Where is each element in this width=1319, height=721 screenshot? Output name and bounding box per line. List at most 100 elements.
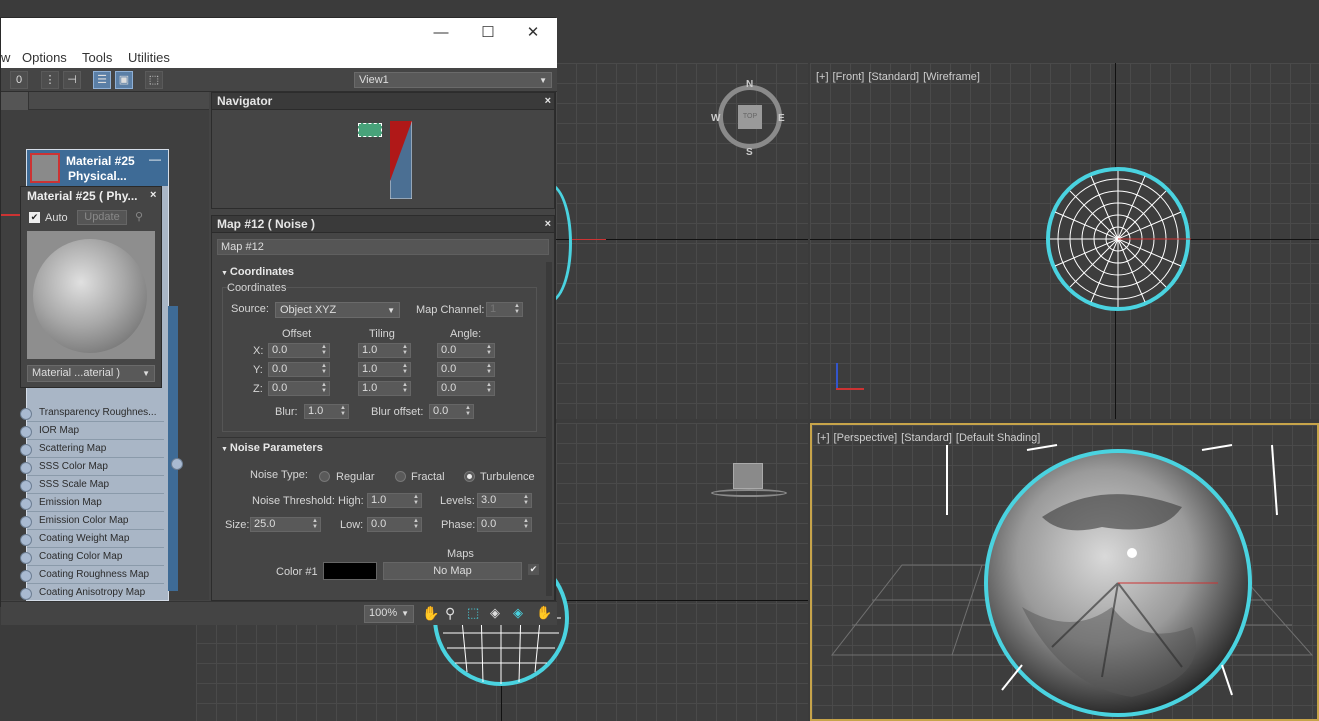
- phase-spinner[interactable]: 0.0 ▲ ▼: [477, 517, 532, 532]
- offset-x-spinner[interactable]: 0.0 ▲ ▼: [268, 343, 330, 358]
- perspective-viewport[interactable]: [+] [Perspective] [Standard] [Default Shadi…: [810, 423, 1319, 721]
- slot-socket-icon[interactable]: [20, 588, 32, 600]
- close-button[interactable]: ✕: [521, 22, 545, 44]
- slate-material-editor-window[interactable]: — ☐ ✕ w Options Tools Utilities 0 ⋮ ⊣ ☰ …: [0, 17, 557, 625]
- angle-x-spinner[interactable]: 0.0 ▲ ▼: [437, 343, 495, 358]
- slot-socket-icon[interactable]: [20, 480, 32, 492]
- color1-map-button[interactable]: No Map: [383, 562, 522, 580]
- vp-menu-plus[interactable]: [+]: [817, 432, 830, 444]
- spinner-arrows-icon[interactable]: ▲ ▼: [523, 518, 529, 530]
- spinner-arrows-icon[interactable]: ▲ ▼: [514, 303, 520, 315]
- preview-close-button[interactable]: ×: [150, 189, 156, 201]
- update-button[interactable]: Update: [77, 210, 127, 225]
- top-viewport[interactable]: TOP N S W E: [556, 63, 808, 419]
- size-spinner[interactable]: 25.0 ▲ ▼: [250, 517, 321, 532]
- vp-menu-shading[interactable]: [Wireframe]: [923, 71, 980, 83]
- tiling-y-spinner[interactable]: 1.0 ▲ ▼: [358, 362, 411, 377]
- vp-menu-plus[interactable]: [+]: [816, 71, 829, 83]
- list-item[interactable]: SSS Scale Map: [20, 477, 164, 494]
- high-spinner[interactable]: 1.0 ▲ ▼: [367, 493, 422, 508]
- list-item[interactable]: Scattering Map: [20, 441, 164, 458]
- slot-socket-icon[interactable]: [20, 498, 32, 510]
- vp-menu-standard[interactable]: [Standard]: [868, 71, 919, 83]
- levels-spinner[interactable]: 3.0 ▲ ▼: [477, 493, 532, 508]
- spinner-arrows-icon[interactable]: ▲ ▼: [402, 382, 408, 394]
- maximize-button[interactable]: ☐: [476, 22, 500, 44]
- spinner-arrows-icon[interactable]: ▲ ▼: [321, 363, 327, 375]
- source-dropdown[interactable]: Object XYZ ▼: [275, 302, 400, 318]
- navigator-panel[interactable]: Navigator ×: [211, 92, 555, 209]
- layout-children-icon[interactable]: ⋮: [41, 71, 59, 89]
- viewcube-top-face[interactable]: TOP: [738, 105, 762, 129]
- list-item[interactable]: SSS Color Map: [20, 459, 164, 476]
- view-dropdown[interactable]: View1 ▼: [354, 72, 552, 88]
- map-name-field[interactable]: Map #12: [217, 239, 549, 255]
- slot-socket-icon[interactable]: [20, 534, 32, 546]
- map-channel-spinner[interactable]: 1 ▲ ▼: [486, 302, 523, 317]
- noise-rollout-header[interactable]: ▼ Noise Parameters: [221, 442, 323, 454]
- color1-swatch[interactable]: [323, 562, 377, 580]
- toggle-preview-icon[interactable]: ▣: [115, 71, 133, 89]
- map-parameters-panel[interactable]: Map #12 ( Noise ) × Map #12 ▼ Coordinates…: [211, 215, 555, 601]
- material-preview-window[interactable]: Material #25 ( Phy... × ✔ Auto Update ⚲ …: [20, 186, 162, 388]
- slot-socket-icon[interactable]: [20, 462, 32, 474]
- list-item[interactable]: Coating Anisotropy Map: [20, 585, 164, 602]
- hierarchy-icon[interactable]: ⊣: [63, 71, 81, 89]
- sphere-wireframe-front[interactable]: [1045, 166, 1191, 312]
- slot-socket-icon[interactable]: [20, 516, 32, 528]
- menu-tools[interactable]: Tools: [82, 50, 112, 65]
- collapse-icon[interactable]: —: [149, 152, 161, 166]
- zoom-dropdown[interactable]: 100% ▼: [364, 605, 414, 623]
- front-viewport[interactable]: [+] [Front] [Standard] [Wireframe]: [810, 63, 1319, 419]
- toggle-list-icon[interactable]: ☰: [93, 71, 111, 89]
- spinner-arrows-icon[interactable]: ▲ ▼: [413, 518, 419, 530]
- noise-type-fractal-radio[interactable]: [395, 471, 406, 482]
- color1-map-checkbox[interactable]: ✔: [528, 564, 539, 575]
- coordinates-rollout-header[interactable]: ▼ Coordinates: [221, 266, 294, 278]
- menu-utilities[interactable]: Utilities: [128, 50, 170, 65]
- auto-checkbox[interactable]: ✔: [29, 212, 40, 223]
- zoom-icon[interactable]: ⚲: [445, 605, 455, 622]
- spinner-arrows-icon[interactable]: ▲ ▼: [465, 405, 471, 417]
- noise-type-regular-label[interactable]: Regular: [336, 471, 375, 483]
- pan-hand-icon[interactable]: ✋: [422, 605, 439, 622]
- list-item[interactable]: IOR Map: [20, 423, 164, 440]
- spinner-arrows-icon[interactable]: ▲ ▼: [486, 382, 492, 394]
- list-item[interactable]: Coating Color Map: [20, 549, 164, 566]
- zoom-extents-icon[interactable]: ◈: [490, 605, 500, 621]
- slot-socket-icon[interactable]: [20, 570, 32, 582]
- map-panel-close-button[interactable]: ×: [545, 216, 551, 233]
- node-output-socket[interactable]: [171, 458, 183, 470]
- spinner-arrows-icon[interactable]: ▲ ▼: [402, 363, 408, 375]
- blur-spinner[interactable]: 1.0 ▲ ▼: [304, 404, 349, 419]
- list-item[interactable]: Coating Weight Map: [20, 531, 164, 548]
- spinner-arrows-icon[interactable]: ▲ ▼: [340, 405, 346, 417]
- slot-socket-icon[interactable]: [20, 444, 32, 456]
- spinner-arrows-icon[interactable]: ▲ ▼: [486, 363, 492, 375]
- preview-dropdown[interactable]: Material ...aterial ) ▼: [27, 365, 155, 382]
- angle-y-spinner[interactable]: 0.0 ▲ ▼: [437, 362, 495, 377]
- pin-icon[interactable]: ⚲: [135, 210, 143, 223]
- noise-type-fractal-label[interactable]: Fractal: [411, 471, 445, 483]
- offset-z-spinner[interactable]: 0.0 ▲ ▼: [268, 381, 330, 396]
- slot-socket-icon[interactable]: [20, 426, 32, 438]
- viewcube-left[interactable]: [733, 463, 763, 489]
- zero-button[interactable]: 0: [10, 71, 28, 89]
- noise-type-regular-radio[interactable]: [319, 471, 330, 482]
- zoom-region-icon[interactable]: ⬚: [467, 605, 479, 621]
- front-viewport-label[interactable]: [+] [Front] [Standard] [Wireframe]: [816, 71, 984, 83]
- spinner-arrows-icon[interactable]: ▲ ▼: [523, 494, 529, 506]
- low-spinner[interactable]: 0.0 ▲ ▼: [367, 517, 422, 532]
- menu-options[interactable]: Options: [22, 50, 67, 65]
- material-node-header[interactable]: Material #25 Physical... —: [27, 150, 168, 186]
- offset-y-spinner[interactable]: 0.0 ▲ ▼: [268, 362, 330, 377]
- node-view-canvas[interactable]: Material #25 Physical... — Transparency …: [1, 92, 209, 602]
- list-item[interactable]: Transparency Roughnes...: [20, 405, 164, 422]
- vp-menu-view[interactable]: [Perspective]: [834, 432, 898, 444]
- select-tool-icon[interactable]: ⬚: [145, 71, 163, 89]
- spinner-arrows-icon[interactable]: ▲ ▼: [312, 518, 318, 530]
- canvas-tab[interactable]: [1, 92, 29, 110]
- noise-type-turbulence-radio[interactable]: [464, 471, 475, 482]
- viewcube-compass[interactable]: TOP: [718, 85, 782, 149]
- vp-menu-view[interactable]: [Front]: [833, 71, 865, 83]
